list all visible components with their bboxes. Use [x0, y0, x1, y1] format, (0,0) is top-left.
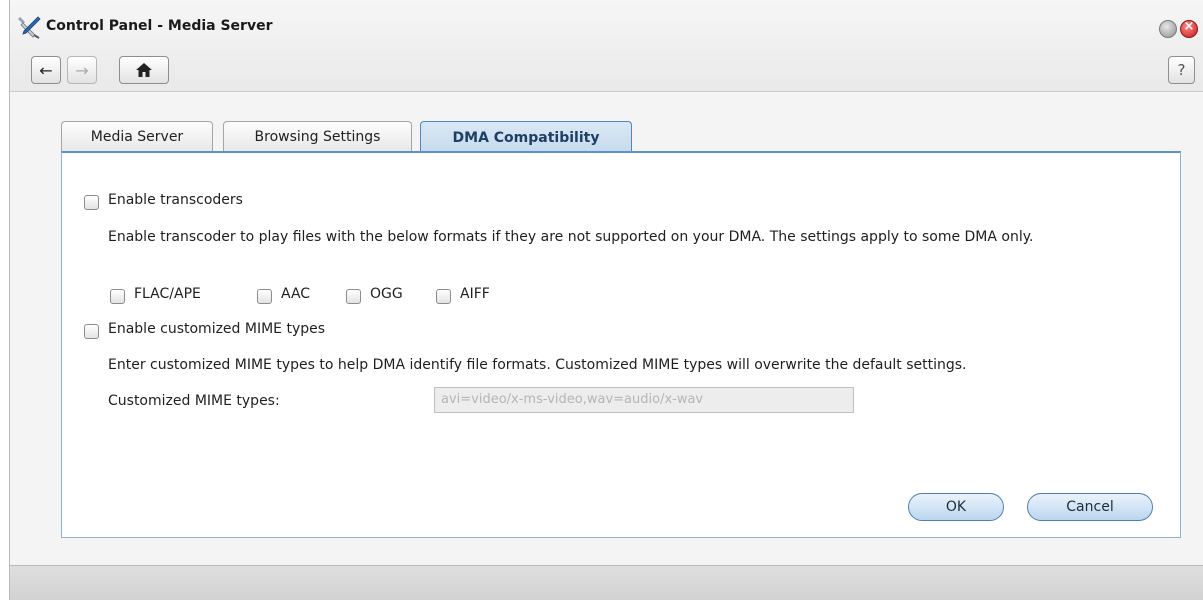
aac-label: AAC: [281, 286, 311, 302]
tab-media-server[interactable]: Media Server: [61, 121, 213, 152]
close-button[interactable]: ×: [1180, 19, 1198, 38]
home-icon: [136, 63, 152, 77]
transcoders-description: Enable transcoder to play files with the…: [108, 229, 1034, 245]
flac-ape-label: FLAC/APE: [134, 286, 201, 302]
flac-ape-checkbox[interactable]: [110, 289, 125, 304]
enable-mime-label: Enable customized MIME types: [108, 321, 326, 337]
ok-button[interactable]: OK: [908, 493, 1004, 521]
mime-field-label: Customized MIME types:: [108, 393, 280, 409]
arrow-left-icon: ←: [39, 60, 53, 80]
cancel-button[interactable]: Cancel: [1027, 493, 1153, 521]
enable-mime-checkbox[interactable]: [84, 324, 99, 339]
aiff-label: AIFF: [460, 286, 490, 302]
aiff-checkbox[interactable]: [436, 289, 451, 304]
help-icon: ?: [1177, 61, 1186, 79]
aac-checkbox[interactable]: [257, 289, 272, 304]
tab-browsing-settings[interactable]: Browsing Settings: [223, 121, 412, 152]
ogg-checkbox[interactable]: [346, 289, 361, 304]
enable-transcoders-label: Enable transcoders: [108, 192, 243, 208]
minimize-button[interactable]: [1159, 20, 1177, 38]
window-title: Control Panel - Media Server: [46, 18, 273, 34]
help-button[interactable]: ?: [1168, 56, 1195, 84]
status-bar: [10, 565, 1203, 600]
home-button[interactable]: [119, 56, 169, 84]
ogg-label: OGG: [370, 286, 403, 302]
dma-compatibility-panel: Enable transcoders Enable transcoder to …: [61, 151, 1181, 538]
close-icon: ×: [1183, 19, 1195, 34]
control-panel-window: Control Panel - Media Server × ← → ? Med…: [9, 0, 1203, 600]
mime-description: Enter customized MIME types to help DMA …: [108, 357, 967, 373]
forward-button[interactable]: →: [67, 56, 97, 84]
tab-dma-compatibility[interactable]: DMA Compatibility: [420, 121, 632, 153]
title-bar: Control Panel - Media Server × ← → ?: [10, 0, 1203, 92]
tools-icon: [18, 16, 41, 39]
enable-transcoders-checkbox[interactable]: [84, 195, 99, 210]
arrow-right-icon: →: [75, 60, 89, 80]
mime-types-input[interactable]: avi=video/x-ms-video,wav=audio/x-wav: [434, 387, 854, 413]
back-button[interactable]: ←: [31, 56, 61, 84]
